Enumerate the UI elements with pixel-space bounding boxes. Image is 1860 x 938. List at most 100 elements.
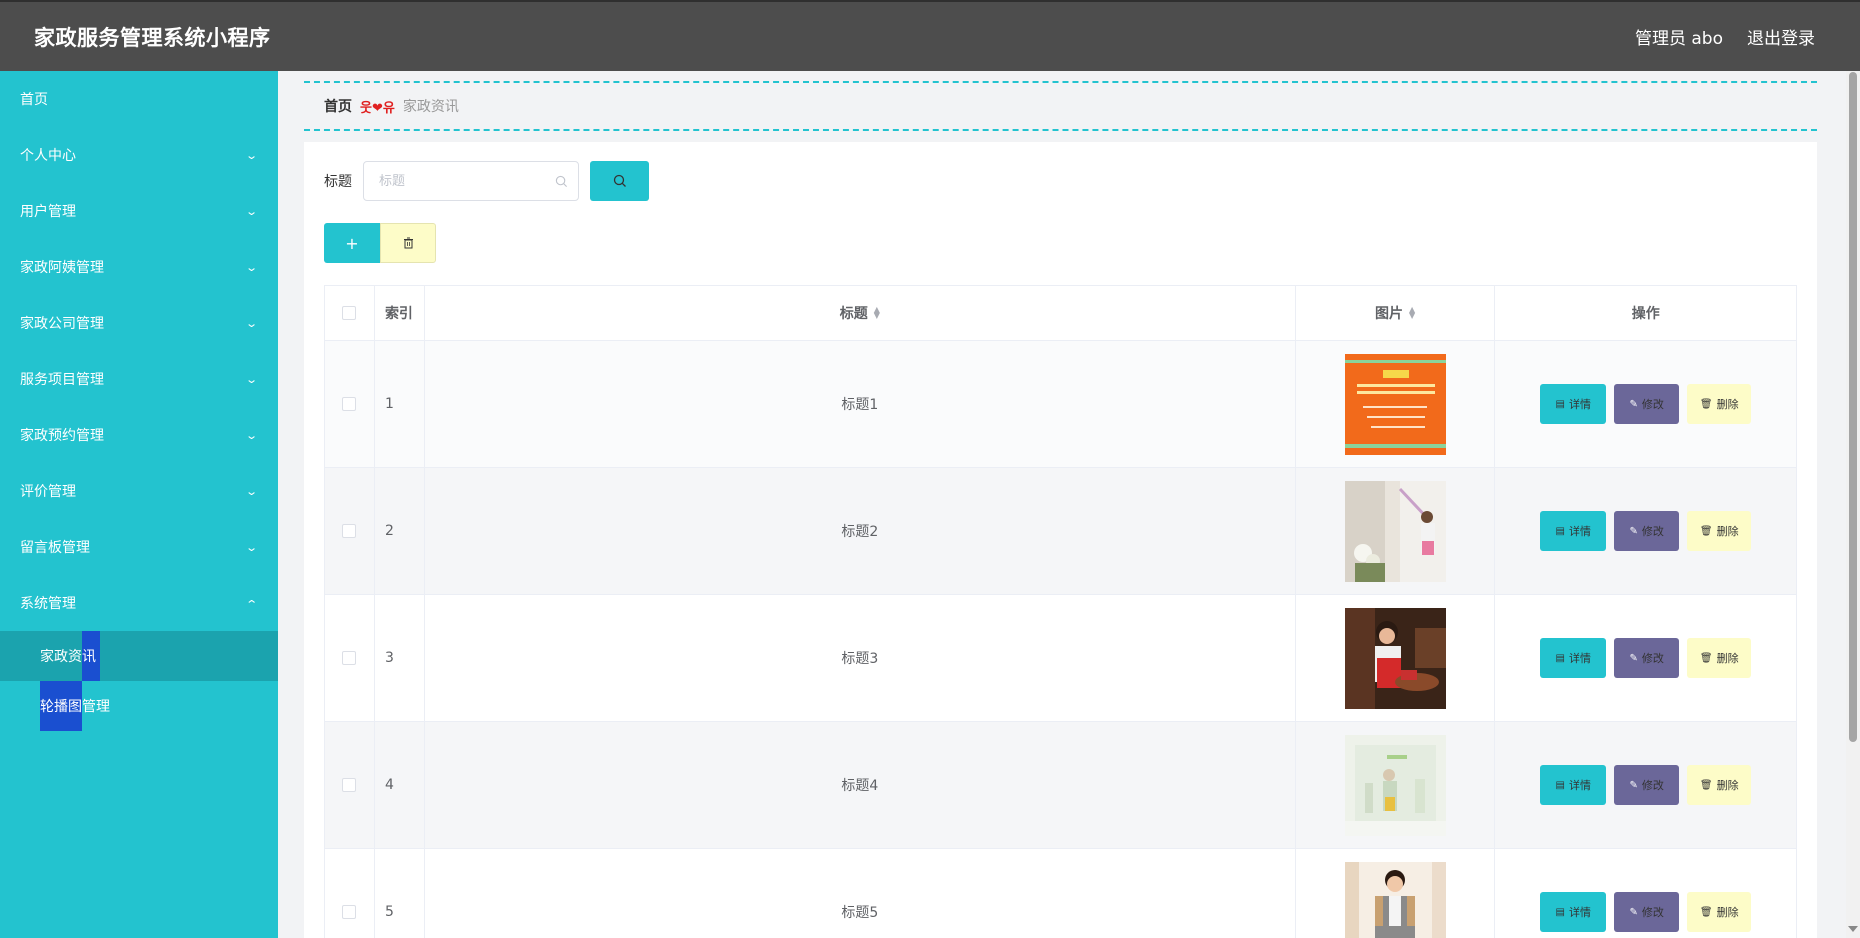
row-index: 3: [375, 595, 425, 721]
add-button[interactable]: +: [324, 223, 380, 263]
row-checkbox[interactable]: [342, 651, 357, 665]
admin-username: 管理员 abo: [1634, 29, 1723, 49]
pencil-icon: ✎: [1629, 398, 1638, 410]
row-image-cell: [1296, 341, 1496, 467]
delete-button[interactable]: 🗑 删除: [1687, 511, 1752, 551]
sidebar-item-review-management[interactable]: 评价管理 ⌄: [0, 463, 278, 519]
sidebar: 首页 个人中心 ⌄ 用户管理 ⌄ 家政阿姨管理 ⌄ 家政公司管理 ⌄ 服务项目管…: [0, 71, 278, 938]
logout-link[interactable]: 退出登录: [1747, 24, 1815, 49]
scroll-down-arrow-icon[interactable]: [1848, 926, 1858, 932]
select-all-checkbox[interactable]: [342, 306, 357, 320]
edit-button[interactable]: ✎ 修改: [1614, 384, 1680, 424]
sidebar-item-user-management[interactable]: 用户管理 ⌄: [0, 183, 278, 239]
document-icon: ▤: [1555, 398, 1565, 410]
table-header: 索引 标题 ▲ ▼ 图片 ▲ ▼ 操作: [325, 286, 1796, 341]
detail-label: 详情: [1568, 906, 1591, 919]
delete-button[interactable]: 🗑 删除: [1687, 384, 1752, 424]
edit-button[interactable]: ✎ 修改: [1614, 638, 1680, 678]
chevron-down-icon: ⌄: [244, 260, 258, 274]
sidebar-item-label: 评价管理: [20, 484, 76, 500]
search-field-wrapper: [363, 161, 579, 201]
breadcrumb: 首页 웃❤유 家政资讯: [304, 81, 1817, 131]
row-check-cell: [325, 341, 375, 467]
search-label: 标题: [324, 174, 352, 190]
detail-label: 详情: [1568, 398, 1591, 411]
edit-label: 修改: [1641, 652, 1664, 665]
delete-button[interactable]: 🗑 删除: [1687, 638, 1752, 678]
breadcrumb-home[interactable]: 首页: [324, 96, 352, 116]
sidebar-item-system-management[interactable]: 系统管理 ⌄: [0, 575, 278, 631]
chevron-down-icon: ⌄: [244, 372, 258, 386]
delete-label: 删除: [1716, 906, 1739, 919]
sort-icon[interactable]: ▲ ▼: [1409, 306, 1415, 320]
sidebar-item-booking-management[interactable]: 家政预约管理 ⌄: [0, 407, 278, 463]
row-check-cell: [325, 849, 375, 938]
edit-button[interactable]: ✎ 修改: [1614, 765, 1680, 805]
chevron-down-icon: ⌄: [244, 148, 258, 162]
sidebar-item-label: 个人中心: [20, 148, 76, 164]
edit-button[interactable]: ✎ 修改: [1614, 511, 1680, 551]
bulk-delete-button[interactable]: [380, 223, 436, 263]
row-actions: ▤ 详情 ✎ 修改 🗑 删除: [1495, 722, 1796, 848]
header-image-label: 图片: [1374, 306, 1403, 322]
pencil-icon: ✎: [1629, 525, 1638, 537]
row-image-cell: [1296, 722, 1496, 848]
table-row: 1 标题1 ▤ 详情 ✎ 修改 🗑 删除: [325, 341, 1796, 468]
breadcrumb-separator: 웃❤유: [360, 100, 395, 116]
news-thumbnail: [1344, 861, 1446, 938]
delete-button[interactable]: 🗑 删除: [1687, 765, 1752, 805]
row-title: 标题2: [425, 468, 1296, 594]
row-check-cell: [325, 468, 375, 594]
row-check-cell: [325, 595, 375, 721]
sidebar-item-label: 轮播图管理: [40, 699, 110, 715]
sidebar-subitem-carousel[interactable]: 轮播图管理: [0, 681, 278, 731]
sidebar-item-housekeeper-management[interactable]: 家政阿姨管理 ⌄: [0, 239, 278, 295]
pencil-icon: ✎: [1629, 906, 1638, 918]
row-checkbox[interactable]: [342, 905, 357, 919]
delete-button[interactable]: 🗑 删除: [1687, 892, 1752, 932]
sidebar-item-message-board[interactable]: 留言板管理 ⌄: [0, 519, 278, 575]
edit-button[interactable]: ✎ 修改: [1614, 892, 1680, 932]
detail-label: 详情: [1568, 525, 1591, 538]
detail-button[interactable]: ▤ 详情: [1540, 765, 1607, 805]
page-scrollbar[interactable]: [1846, 71, 1860, 938]
row-checkbox[interactable]: [342, 778, 357, 792]
chevron-down-icon: ⌄: [244, 204, 258, 218]
row-checkbox[interactable]: [342, 397, 357, 411]
chevron-down-icon: ⌄: [244, 428, 258, 442]
news-thumbnail: [1344, 734, 1446, 836]
trash-icon: [403, 237, 413, 249]
detail-button[interactable]: ▤ 详情: [1540, 892, 1607, 932]
search-button[interactable]: [590, 161, 649, 201]
sidebar-item-home[interactable]: 首页: [0, 71, 278, 127]
sidebar-subitem-news[interactable]: 家政资讯: [0, 631, 278, 681]
header-title[interactable]: 标题 ▲ ▼: [425, 286, 1296, 340]
title-search-input[interactable]: [379, 173, 539, 189]
sidebar-item-service-management[interactable]: 服务项目管理 ⌄: [0, 351, 278, 407]
trash-icon: 🗑: [1699, 779, 1713, 791]
table-row: 2 标题2 ▤ 详情 ✎ 修改 🗑 删除: [325, 468, 1796, 595]
header-image[interactable]: 图片 ▲ ▼: [1296, 286, 1496, 340]
sidebar-item-company-management[interactable]: 家政公司管理 ⌄: [0, 295, 278, 351]
delete-label: 删除: [1716, 652, 1739, 665]
table-row: 3 标题3 ▤ 详情 ✎ 修改 🗑 删除: [325, 595, 1796, 722]
trash-icon: 🗑: [1699, 652, 1713, 664]
sidebar-item-personal-center[interactable]: 个人中心 ⌄: [0, 127, 278, 183]
sort-icon[interactable]: ▲ ▼: [874, 306, 880, 320]
trash-icon: 🗑: [1699, 906, 1713, 918]
sidebar-item-label: 家政公司管理: [20, 316, 104, 332]
edit-label: 修改: [1641, 906, 1664, 919]
row-actions: ▤ 详情 ✎ 修改 🗑 删除: [1495, 849, 1796, 938]
top-navbar: 家政服务管理系统小程序 管理员 abo 退出登录: [0, 0, 1860, 71]
detail-button[interactable]: ▤ 详情: [1540, 638, 1607, 678]
sidebar-item-label: 用户管理: [20, 204, 76, 220]
detail-button[interactable]: ▤ 详情: [1540, 511, 1607, 551]
header-title-label: 标题: [839, 306, 868, 322]
row-checkbox[interactable]: [342, 524, 357, 538]
delete-label: 删除: [1716, 779, 1739, 792]
document-icon: ▤: [1555, 906, 1565, 918]
plus-icon: +: [345, 233, 359, 253]
detail-button[interactable]: ▤ 详情: [1540, 384, 1607, 424]
scrollbar-thumb[interactable]: [1849, 72, 1857, 742]
row-title: 标题5: [425, 849, 1296, 938]
